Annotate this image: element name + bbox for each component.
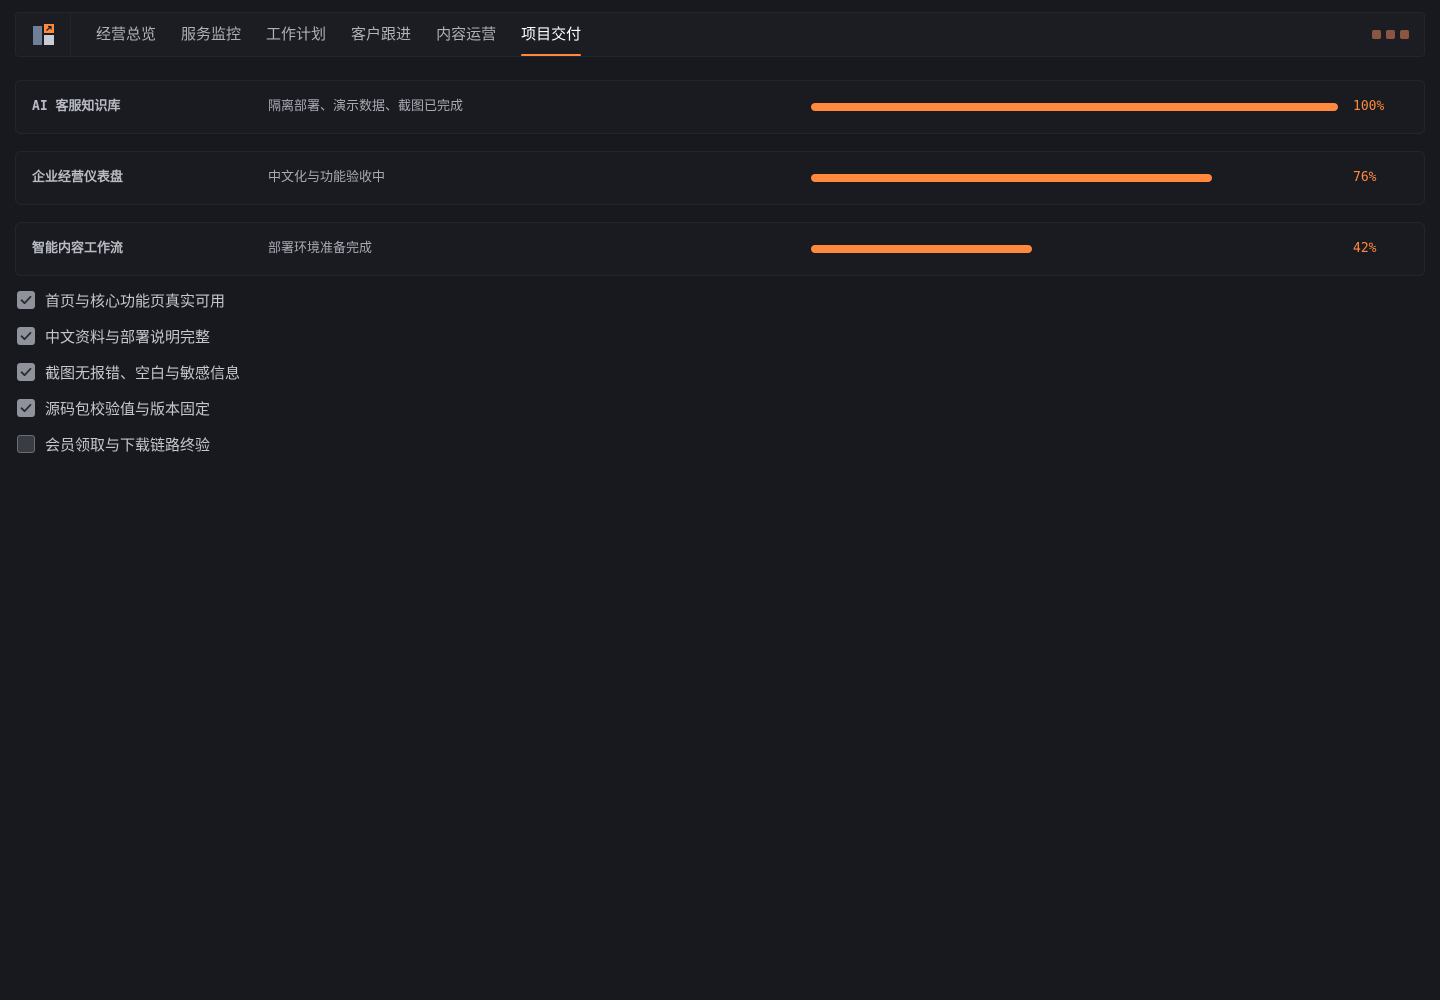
progress-bar	[811, 174, 1338, 182]
progress-fill	[811, 245, 1033, 253]
tab-project-delivery[interactable]: 项目交付	[521, 13, 582, 56]
progress-bar	[811, 245, 1338, 253]
check-icon	[20, 331, 32, 341]
project-status-text: 部署环境准备完成	[268, 241, 373, 256]
checklist-label: 会员领取与下载链路终验	[45, 435, 211, 454]
project-status-text: 隔离部署、演示数据、截图已完成	[268, 99, 464, 114]
project-list: AI 客服知识库 隔离部署、演示数据、截图已完成 100% 企业经营仪表盘 中文…	[15, 80, 1425, 293]
project-name: 智能内容工作流	[32, 241, 124, 256]
check-icon	[20, 367, 32, 377]
project-name: 企业经营仪表盘	[32, 170, 124, 185]
project-name: AI 客服知识库	[32, 99, 121, 114]
checkbox[interactable]	[17, 435, 35, 453]
progress-percent: 100%	[1353, 99, 1385, 114]
tab-bar: 经营总览 服务监控 工作计划 客户跟进 内容运营 项目交付	[96, 13, 606, 56]
checkbox[interactable]	[17, 327, 35, 345]
check-icon	[20, 403, 32, 413]
project-row[interactable]: 企业经营仪表盘 中文化与功能验收中 76%	[15, 151, 1425, 205]
delivery-checklist: 首页与核心功能页真实可用 中文资料与部署说明完整 截图无报错、空白与敏感信息 源…	[17, 282, 240, 462]
progress-percent: 42%	[1353, 241, 1377, 256]
tab-content-ops[interactable]: 内容运营	[436, 13, 496, 56]
progress-fill	[811, 174, 1212, 182]
checklist-label: 首页与核心功能页真实可用	[45, 291, 226, 310]
project-status-text: 中文化与功能验收中	[268, 170, 386, 185]
progress-fill	[811, 103, 1338, 111]
tab-customer-followup[interactable]: 客户跟进	[351, 13, 411, 56]
window-controls[interactable]	[1372, 30, 1409, 39]
logo[interactable]	[16, 13, 71, 56]
more-icon	[1386, 30, 1395, 39]
checklist-label: 截图无报错、空白与敏感信息	[45, 363, 241, 382]
checklist-item[interactable]: 截图无报错、空白与敏感信息	[17, 354, 240, 390]
checklist-item[interactable]: 首页与核心功能页真实可用	[17, 282, 240, 318]
more-icon	[1400, 30, 1409, 39]
app-logo-icon	[33, 24, 54, 45]
checklist-item[interactable]: 源码包校验值与版本固定	[17, 390, 240, 426]
checklist-item[interactable]: 中文资料与部署说明完整	[17, 318, 240, 354]
tab-service-monitor[interactable]: 服务监控	[181, 13, 241, 56]
check-icon	[20, 295, 32, 305]
top-nav-bar: 经营总览 服务监控 工作计划 客户跟进 内容运营 项目交付	[15, 12, 1425, 57]
checklist-label: 中文资料与部署说明完整	[45, 327, 211, 346]
tab-work-plan[interactable]: 工作计划	[266, 13, 326, 56]
tab-overview[interactable]: 经营总览	[96, 13, 156, 56]
checkbox[interactable]	[17, 363, 35, 381]
checklist-item[interactable]: 会员领取与下载链路终验	[17, 426, 240, 462]
checklist-label: 源码包校验值与版本固定	[45, 399, 211, 418]
project-row[interactable]: AI 客服知识库 隔离部署、演示数据、截图已完成 100%	[15, 80, 1425, 134]
checkbox[interactable]	[17, 399, 35, 417]
more-icon	[1372, 30, 1381, 39]
checkbox[interactable]	[17, 291, 35, 309]
project-row[interactable]: 智能内容工作流 部署环境准备完成 42%	[15, 222, 1425, 276]
progress-bar	[811, 103, 1338, 111]
progress-percent: 76%	[1353, 170, 1377, 185]
